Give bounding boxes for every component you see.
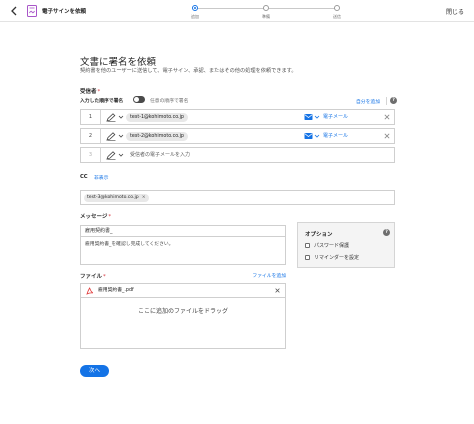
recipient-order-number[interactable]: 1 <box>81 110 101 124</box>
signing-order-row: 入力した順序で署名 任意の順序で署名 自分を追加 ? <box>80 96 400 105</box>
cc-header: CC 非表示 <box>80 174 108 181</box>
add-me-link[interactable]: 自分を追加 <box>356 98 380 105</box>
file-item[interactable]: 雇用契約書_.pdf <box>81 284 285 298</box>
document-sign-icon <box>27 5 37 17</box>
drop-hint: ここに追加のファイルをドラッグ <box>137 308 228 315</box>
pdf-icon <box>86 287 94 295</box>
recipient-order-number: 3 <box>81 148 101 162</box>
recipient-row-new: 3 受信者の電子メールを入力 <box>80 147 395 163</box>
recipient-email-input[interactable]: 受信者の電子メールを入力 <box>130 148 190 162</box>
file-name: 雇用契約書_.pdf <box>98 288 134 293</box>
signing-order-label: 入力した順序で署名 <box>80 99 124 104</box>
delivery-method-label[interactable]: 電子メール <box>323 110 348 124</box>
email-icon <box>304 114 313 120</box>
step-connector <box>198 8 265 9</box>
cc-email-text: test-3@kohimoto.co.jp <box>87 195 139 200</box>
back-arrow-icon[interactable] <box>8 5 20 17</box>
message-body-textarea[interactable]: 雇用契約書_を確認し完成してください。 <box>80 236 286 265</box>
step-label-add: 追加 <box>191 14 199 19</box>
password-option-label: パスワード保護 <box>314 243 350 249</box>
chevron-down-icon[interactable] <box>118 152 124 158</box>
remove-recipient-icon[interactable] <box>384 133 390 139</box>
message-label-text: メッセージ <box>80 214 108 220</box>
message-label: メッセージ* <box>80 212 111 220</box>
recipients-label-text: 受信者 <box>80 89 97 95</box>
any-order-label: 任意の順序で署名 <box>150 99 189 104</box>
email-icon <box>304 133 313 139</box>
required-mark: * <box>103 274 106 280</box>
files-label: ファイル* <box>80 274 106 280</box>
app-title: 電子サインを依頼 <box>42 9 87 15</box>
options-title: オプション <box>305 232 333 238</box>
reminder-checkbox[interactable] <box>305 255 310 260</box>
sign-role-pen-icon[interactable] <box>106 132 116 141</box>
close-button[interactable]: 閉じる <box>446 7 464 16</box>
step-dot-send <box>334 5 340 11</box>
add-file-link[interactable]: ファイルを追加 <box>252 272 286 279</box>
remove-cc-icon[interactable]: × <box>142 195 146 200</box>
password-option[interactable]: パスワード保護 <box>305 242 349 249</box>
step-label-prepare: 準備 <box>262 14 270 19</box>
recipient-email-chip[interactable]: test-1@kohimoto.co.jp <box>126 113 188 122</box>
chevron-down-icon[interactable] <box>118 133 124 139</box>
help-icon[interactable]: ? <box>390 97 397 104</box>
files-label-text: ファイル <box>80 274 103 280</box>
file-drop-area[interactable]: 雇用契約書_.pdf ここに追加のファイルをドラッグ <box>80 283 286 349</box>
reminder-option[interactable]: リマインダーを設定 <box>305 254 359 261</box>
progress-steps: 追加 準備 送信 <box>191 4 341 20</box>
remove-file-icon[interactable] <box>275 288 280 293</box>
step-dot-add <box>192 5 198 11</box>
required-mark: * <box>97 89 101 95</box>
reminder-option-label: リマインダーを設定 <box>314 255 360 261</box>
sign-role-pen-icon[interactable] <box>106 113 116 122</box>
cc-input[interactable]: test-3@kohimoto.co.jp × <box>80 190 395 205</box>
top-bar: 電子サインを依頼 追加 準備 送信 閉じる <box>0 0 474 22</box>
step-connector <box>269 8 336 9</box>
next-button[interactable]: 次へ <box>80 365 109 377</box>
step-dot-prepare <box>263 5 269 11</box>
files-header: ファイル* ファイルを追加 <box>80 272 286 280</box>
cc-hide-link[interactable]: 非表示 <box>94 174 108 181</box>
divider <box>386 97 387 105</box>
chevron-down-icon[interactable] <box>314 133 320 139</box>
sign-role-pen-icon[interactable] <box>106 151 116 160</box>
chevron-down-icon[interactable] <box>314 114 320 120</box>
cc-label: CC <box>80 174 88 180</box>
delivery-method-label[interactable]: 電子メール <box>323 129 348 143</box>
recipient-row: 1 test-1@kohimoto.co.jp 電子メール <box>80 109 395 125</box>
remove-recipient-icon[interactable] <box>384 114 390 120</box>
recipients-label: 受信者* <box>80 87 100 95</box>
step-label-send: 送信 <box>333 14 341 19</box>
help-icon[interactable]: ? <box>383 229 390 236</box>
cc-email-chip[interactable]: test-3@kohimoto.co.jp × <box>84 194 149 202</box>
recipient-email-chip[interactable]: test-2@kohimoto.co.jp <box>126 132 188 141</box>
required-mark: * <box>108 214 112 220</box>
page-subtitle: 契約書を他のユーザーに送信して、電子サイン、承認、またはその他の処理を依頼できま… <box>80 68 297 74</box>
chevron-down-icon[interactable] <box>118 114 124 120</box>
password-checkbox[interactable] <box>305 243 310 248</box>
recipient-row: 2 test-2@kohimoto.co.jp 電子メール <box>80 128 395 144</box>
options-panel: オプション ? パスワード保護 リマインダーを設定 <box>297 222 395 268</box>
page-title: 文書に署名を依頼 <box>80 57 157 68</box>
signing-order-toggle[interactable] <box>133 96 145 103</box>
recipient-order-number[interactable]: 2 <box>81 129 101 143</box>
